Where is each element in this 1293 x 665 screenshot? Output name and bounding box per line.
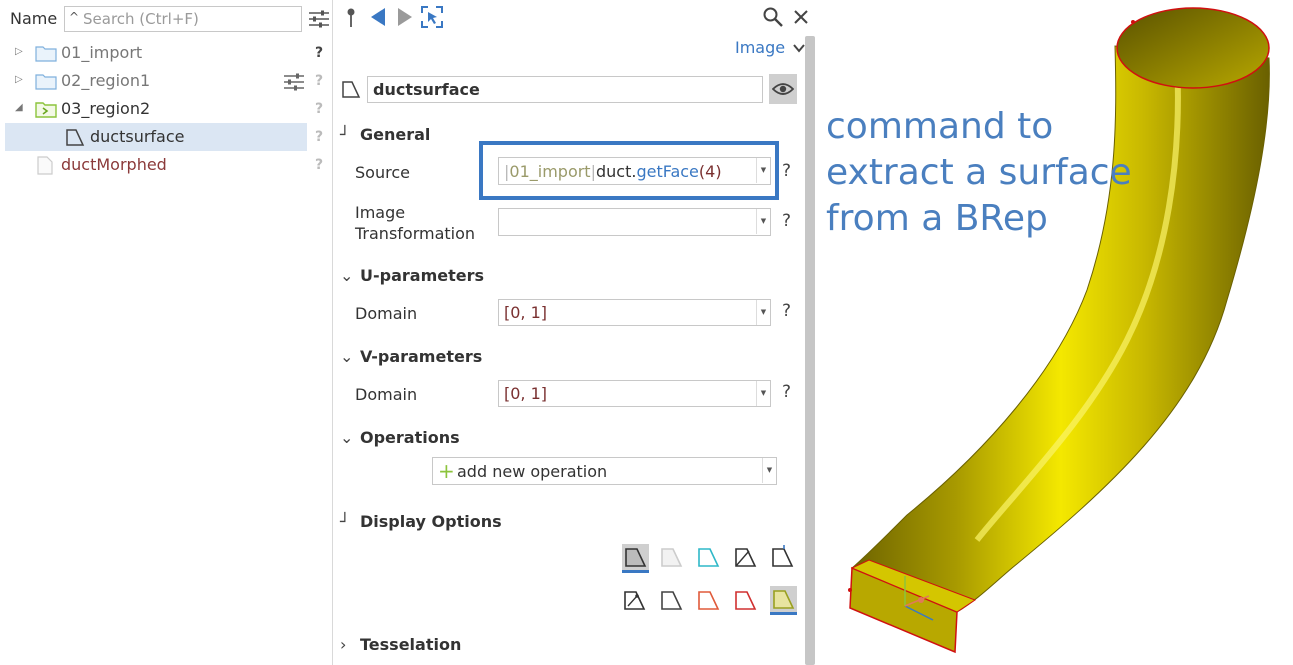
help-icon[interactable]: ?: [315, 45, 323, 61]
v-domain-label: Domain: [355, 385, 418, 404]
help-icon[interactable]: ?: [315, 101, 323, 117]
outline-surface-icon[interactable]: [659, 588, 685, 614]
chevron-down-icon: [793, 44, 805, 53]
image-transformation-field[interactable]: ▼: [498, 208, 771, 236]
normals-surface-icon[interactable]: [770, 545, 796, 571]
section-operations[interactable]: ⌄ Operations: [340, 428, 460, 447]
red-edges-surface-icon[interactable]: [696, 588, 722, 614]
help-icon[interactable]: ?: [782, 382, 791, 402]
u-domain-label: Domain: [355, 304, 418, 323]
filter-sliders-icon[interactable]: [308, 9, 330, 29]
tree-item-label: 03_region2: [61, 99, 151, 118]
tree-item-ductsurface[interactable]: ductsurface: [5, 123, 307, 151]
tree-item-label: ductMorphed: [61, 155, 167, 174]
dropdown-arrow-icon[interactable]: ▼: [762, 458, 776, 483]
tree-header: Name ^: [0, 0, 333, 36]
3d-viewport[interactable]: [817, 0, 1293, 665]
chevron-down-icon: ⌄: [340, 266, 354, 285]
help-icon[interactable]: ?: [315, 157, 323, 173]
section-v-parameters[interactable]: ⌄ V-parameters: [340, 347, 482, 366]
help-icon[interactable]: ?: [315, 73, 323, 89]
pin-icon[interactable]: [345, 7, 357, 29]
dropdown-arrow-icon[interactable]: ▼: [756, 209, 770, 234]
transparent-surface-icon[interactable]: [659, 545, 685, 571]
properties-scrollbar[interactable]: [805, 36, 815, 665]
image-transformation-label-1: Image: [355, 203, 406, 222]
tree-item-ductmorphed[interactable]: ductMorphed: [5, 151, 307, 179]
expand-arrow-icon[interactable]: ▷: [15, 46, 23, 57]
tree-item-01-import[interactable]: ▷ 01_import: [5, 39, 307, 67]
document-icon: [37, 156, 53, 175]
view-mode-label: Image: [735, 38, 786, 57]
eye-icon: [772, 83, 794, 95]
v-domain-field[interactable]: [0, 1] ▼: [498, 380, 771, 407]
dropdown-arrow-icon[interactable]: ▼: [756, 158, 770, 183]
plus-icon: +: [438, 459, 455, 483]
object-name-value: ductsurface: [373, 80, 480, 99]
select-in-tree-icon[interactable]: [420, 5, 444, 29]
source-label: Source: [355, 163, 410, 182]
section-display-options[interactable]: ┘ Display Options: [340, 512, 502, 531]
folder-icon: [35, 46, 57, 62]
red-boundary-surface-icon[interactable]: [733, 588, 759, 614]
folder-icon: [35, 74, 57, 90]
dropdown-arrow-icon[interactable]: ▼: [756, 300, 770, 325]
section-u-parameters[interactable]: ⌄ U-parameters: [340, 266, 484, 285]
help-icon[interactable]: ?: [315, 129, 323, 145]
isolines-surface-icon[interactable]: [696, 545, 722, 571]
tree-item-label: ductsurface: [90, 127, 185, 146]
parameters-sliders-icon[interactable]: [283, 72, 305, 92]
shaded-surface-icon: [625, 548, 647, 567]
collapse-arrow-icon[interactable]: ◢: [15, 102, 23, 113]
source-field[interactable]: |01_import|duct.getFace(4) ▼: [498, 157, 771, 185]
script-folder-icon: [35, 102, 57, 118]
source-expression: |01_import|duct.getFace(4): [504, 162, 722, 181]
search-box[interactable]: ^: [64, 6, 302, 32]
chevron-down-icon: ⌄: [340, 428, 354, 447]
chevron-up-icon[interactable]: ^: [69, 10, 79, 24]
visibility-toggle[interactable]: [769, 74, 797, 104]
collapse-icon: ┘: [340, 512, 350, 531]
section-general[interactable]: ┘ General: [340, 125, 430, 144]
expand-arrow-icon[interactable]: ▷: [15, 74, 23, 85]
collapse-icon: ┘: [340, 125, 350, 144]
chevron-right-icon: ›: [340, 635, 347, 654]
tree-item-label: 01_import: [61, 43, 143, 62]
arrow-surface-icon[interactable]: [622, 588, 648, 614]
object-name-field[interactable]: ductsurface: [367, 76, 763, 103]
add-operation-button[interactable]: + add new operation ▼: [432, 457, 777, 485]
back-arrow-icon[interactable]: [369, 6, 387, 28]
search-icon[interactable]: [762, 6, 784, 28]
annotation-text: command to extract a surface from a BRep: [826, 106, 1132, 239]
section-tesselation[interactable]: › Tesselation: [340, 635, 461, 654]
help-icon[interactable]: ?: [782, 161, 791, 181]
view-mode-dropdown[interactable]: Image: [735, 38, 805, 57]
tree-item-label: 02_region1: [61, 71, 151, 90]
search-input[interactable]: [83, 8, 298, 30]
yellow-surface-icon: [773, 590, 795, 609]
help-icon[interactable]: ?: [782, 211, 791, 231]
object-tree-panel: Name ^ ▷ 01_import ? ▷ 02_region1: [0, 0, 333, 665]
help-icon[interactable]: ?: [782, 301, 791, 321]
surface-icon: [342, 81, 361, 98]
dropdown-arrow-icon[interactable]: ▼: [756, 381, 770, 406]
forward-arrow-icon[interactable]: [396, 6, 414, 28]
close-icon[interactable]: [793, 9, 809, 25]
diagonal-surface-icon[interactable]: [733, 545, 759, 571]
display-yellow-toggle[interactable]: [770, 586, 797, 615]
surface-icon: [66, 129, 85, 146]
display-shaded-toggle[interactable]: [622, 544, 649, 573]
tree-item-02-region1[interactable]: ▷ 02_region1: [5, 67, 307, 95]
name-column-header[interactable]: Name: [10, 9, 57, 28]
image-transformation-label-2: Transformation: [355, 224, 476, 243]
u-domain-field[interactable]: [0, 1] ▼: [498, 299, 771, 326]
chevron-down-icon: ⌄: [340, 347, 354, 366]
tree-item-03-region2[interactable]: ◢ 03_region2: [5, 95, 307, 123]
